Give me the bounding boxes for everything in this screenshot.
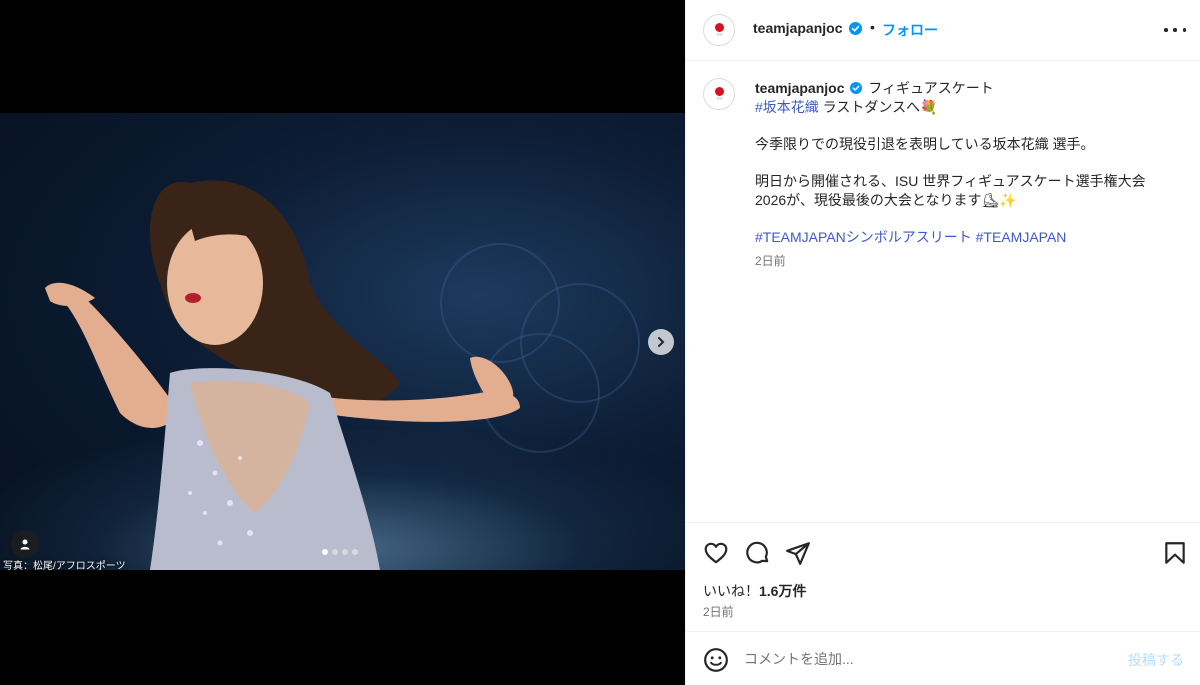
caption-hashtags[interactable]: #TEAMJAPANシンボルアスリート #TEAMJAPAN	[755, 228, 1175, 247]
heart-icon[interactable]	[703, 540, 729, 566]
more-icon	[1164, 28, 1168, 32]
post-side-panel: ○○○ teamjapanjoc • フォロー ○○○ teamjapanjoc…	[685, 0, 1200, 685]
caption-line2: ラストダンスへ💐	[818, 99, 938, 115]
avatar[interactable]: ○○○	[703, 14, 735, 46]
carousel-dot	[352, 549, 358, 555]
likes-number: 1.6万件	[759, 583, 807, 599]
post-header: ○○○ teamjapanjoc • フォロー	[686, 0, 1200, 61]
emoji-icon[interactable]	[703, 647, 729, 673]
jp-flag-mark	[714, 22, 724, 32]
post-photo	[0, 113, 685, 570]
more-icon	[1182, 28, 1186, 32]
carousel-indicator	[322, 549, 358, 555]
header-separator: •	[870, 19, 875, 35]
likes-count[interactable]: いいね！1.6万件	[703, 581, 806, 601]
carousel-dot	[322, 549, 328, 555]
bookmark-icon[interactable]	[1162, 540, 1188, 566]
verified-badge-icon	[849, 22, 862, 35]
comment-input[interactable]	[744, 649, 1104, 669]
post-caption-area: ○○○ teamjapanjoc フィギュアスケート #坂本花織 ラストダンスへ…	[686, 62, 1200, 522]
user-tag-icon	[20, 539, 30, 550]
skater-figure	[45, 180, 520, 570]
caption-paragraph: 今季限りでの現役引退を表明している坂本花織 選手。	[755, 136, 1095, 152]
post-timestamp: 2日前	[703, 605, 734, 619]
carousel-next-button[interactable]	[648, 329, 674, 355]
caption-line1: フィギュアスケート	[868, 80, 994, 96]
jp-flag-mark	[714, 86, 724, 96]
caption-avatar[interactable]: ○○○	[703, 78, 735, 110]
more-options-button[interactable]	[1164, 20, 1186, 40]
caption-timestamp: 2日前	[755, 254, 786, 268]
user-tag-button[interactable]	[11, 530, 39, 558]
caption-username[interactable]: teamjapanjoc	[755, 80, 844, 96]
post-comment-button[interactable]: 投稿する	[1128, 650, 1184, 670]
carousel-dot	[332, 549, 338, 555]
chevron-right-icon	[658, 337, 665, 347]
hashtag-link[interactable]: #坂本花織	[755, 99, 819, 115]
comment-icon[interactable]	[745, 540, 771, 566]
carousel-dot	[342, 549, 348, 555]
header-username[interactable]: teamjapanjoc	[753, 20, 842, 36]
caption-paragraph: 明日から開催される、ISU 世界フィギュアスケート選手権大会 2026が、現役最…	[755, 173, 1146, 208]
olympic-rings-icon: ○○○	[715, 32, 723, 38]
follow-button[interactable]: フォロー	[882, 20, 938, 40]
post-actions: いいね！1.6万件 2日前	[686, 522, 1200, 632]
comment-bar: 投稿する	[686, 631, 1200, 685]
likes-prefix: いいね！	[703, 583, 759, 599]
more-icon	[1173, 28, 1177, 32]
verified-badge-icon	[850, 82, 863, 94]
post-media: 写真：松尾/アフロスポーツ	[0, 0, 685, 685]
caption-text: teamjapanjoc フィギュアスケート #坂本花織 ラストダンスへ💐 今季…	[755, 79, 1175, 247]
send-icon[interactable]	[785, 540, 811, 566]
photo-credit: 写真：松尾/アフロスポーツ	[3, 561, 126, 572]
olympic-rings-icon: ○○○	[715, 96, 723, 102]
